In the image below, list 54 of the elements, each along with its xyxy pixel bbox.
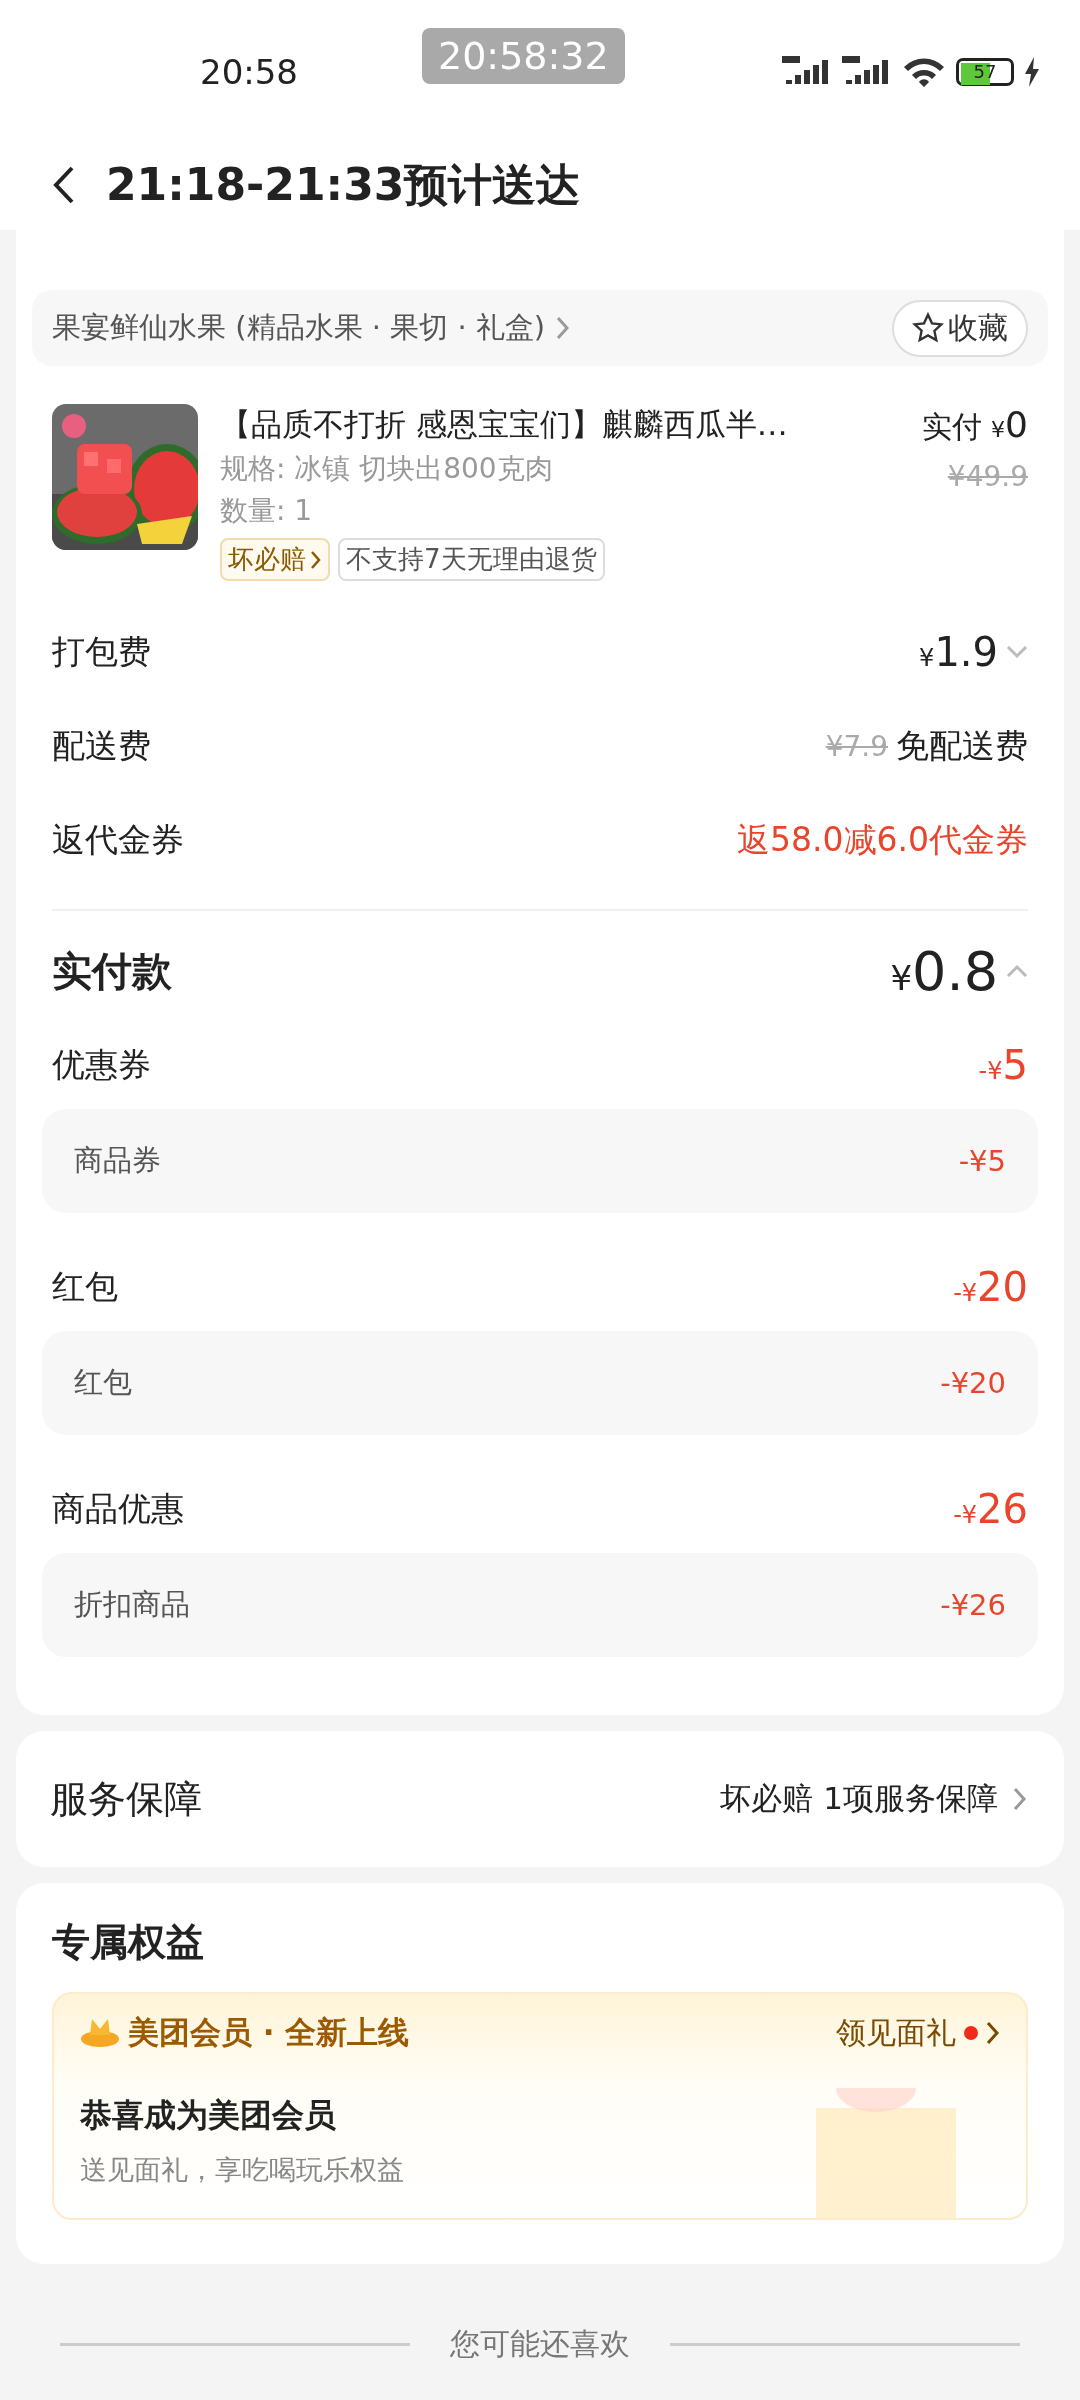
- discount-item-label: 折扣商品: [74, 1586, 190, 1623]
- service-value: 坏必赔 1项服务保障: [720, 1779, 998, 1818]
- discount-amount: -¥26: [953, 1486, 1028, 1532]
- chevron-up-icon[interactable]: [1006, 964, 1028, 978]
- original-price: ¥49.9: [947, 460, 1028, 493]
- product-quantity: 数量: 1: [220, 493, 314, 529]
- charging-icon: [1024, 57, 1040, 87]
- fee-amount: ¥1.9: [919, 629, 998, 675]
- discount-item-amount: -¥5: [958, 1144, 1006, 1178]
- discount-item-amount: -¥20: [940, 1366, 1006, 1400]
- policy-tag: 不支持7天无理由退货: [338, 538, 605, 581]
- guarantee-tag[interactable]: 坏必赔: [220, 538, 330, 581]
- discount-item-label: 红包: [74, 1364, 132, 1401]
- gift-link[interactable]: 领见面礼: [836, 2012, 1000, 2054]
- membership-subtitle: 送见面礼，享吃喝玩乐权益: [80, 2153, 405, 2187]
- favorite-button[interactable]: 收藏: [892, 299, 1028, 357]
- voucher-offer: 返58.0减6.0代金券: [737, 818, 1028, 861]
- wifi-icon: [902, 56, 946, 88]
- discount-label: 优惠券: [52, 1043, 151, 1086]
- discount-item-label: 商品券: [74, 1142, 161, 1179]
- chevron-down-icon[interactable]: [1006, 645, 1028, 659]
- product-spec: 规格: 冰镇 切块出800克肉: [220, 451, 554, 487]
- status-time: 20:58: [200, 52, 298, 92]
- discount-amount: -¥5: [978, 1042, 1028, 1088]
- discount-amount: -¥20: [953, 1264, 1028, 1310]
- total-amount: ¥0.8: [890, 939, 998, 1003]
- shop-name[interactable]: 果宴鲜仙水果 (精品水果 · 果切 · 礼盒): [52, 308, 546, 348]
- discount-label: 商品优惠: [52, 1487, 184, 1530]
- discount-label: 红包: [52, 1265, 118, 1308]
- delivery-time-title: 21:18-21:33预计送达: [106, 157, 581, 212]
- fee-label: 返代金券: [52, 818, 184, 861]
- shop-bar[interactable]: 果宴鲜仙水果 (精品水果 · 果切 · 礼盒) 收藏: [32, 290, 1048, 366]
- recommend-title: 您可能还喜欢: [450, 2325, 630, 2363]
- fee-label: 打包费: [52, 630, 151, 673]
- chevron-right-icon: [1012, 1786, 1028, 1812]
- total-label: 实付款: [52, 946, 172, 996]
- benefits-title: 专属权益: [52, 1919, 205, 1966]
- star-icon: [912, 312, 944, 344]
- chevron-right-icon: [310, 549, 322, 570]
- membership-brand: 美团会员 · 全新上线: [128, 2013, 410, 2052]
- paid-price: 实付 ¥0: [921, 404, 1028, 447]
- service-card[interactable]: 服务保障 坏必赔 1项服务保障: [16, 1731, 1064, 1867]
- membership-banner[interactable]: 美团会员 · 全新上线 领见面礼 恭喜成为美团会员 送见面礼，享吃喝玩乐权益: [52, 1992, 1028, 2220]
- fee-value: 免配送费: [896, 724, 1028, 767]
- chevron-right-icon: [555, 315, 572, 341]
- original-fee: ¥7.9: [825, 729, 888, 763]
- membership-headline: 恭喜成为美团会员: [80, 2095, 337, 2136]
- service-title: 服务保障: [50, 1775, 202, 1823]
- product-title[interactable]: 【品质不打折 感恩宝宝们】麒麟西瓜半…: [220, 404, 900, 446]
- fee-label: 配送费: [52, 724, 151, 767]
- chevron-right-icon: [986, 2021, 1000, 2045]
- discount-item-amount: -¥26: [940, 1588, 1006, 1622]
- screen-clock: 20:58:32: [422, 28, 625, 84]
- back-icon[interactable]: [52, 165, 76, 205]
